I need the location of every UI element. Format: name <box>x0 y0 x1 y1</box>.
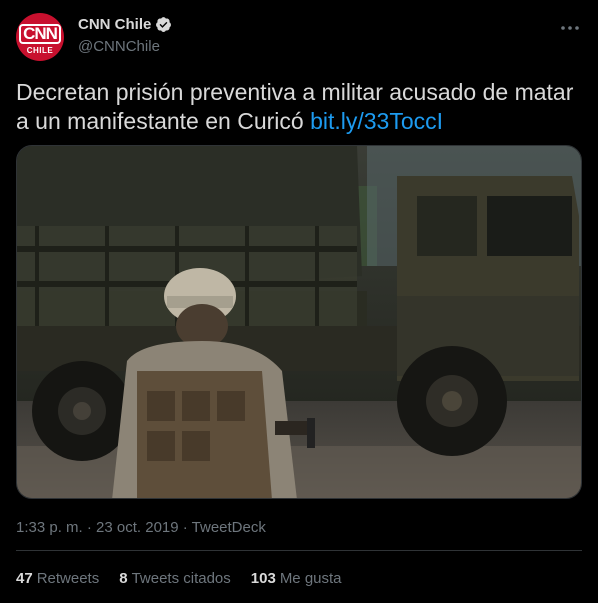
soldier-truck-photo <box>17 146 581 498</box>
cnn-logo-subtext: CHILE <box>26 45 54 55</box>
quotes-label: Tweets citados <box>131 570 231 587</box>
tweet: CNN CHILE CNN Chile @CNNChile Decretan p… <box>0 0 598 603</box>
quotes-stat[interactable]: 8 Tweets citados <box>119 570 231 587</box>
more-options-icon[interactable] <box>558 16 582 40</box>
avatar[interactable]: CNN CHILE <box>16 13 64 61</box>
verified-badge-icon <box>155 16 172 33</box>
display-name[interactable]: CNN Chile <box>78 16 151 33</box>
tweet-photo[interactable] <box>16 145 582 499</box>
tweet-stats: 47 Retweets 8 Tweets citados 103 Me gusta <box>16 570 342 587</box>
name-row: CNN Chile <box>78 16 172 33</box>
handle[interactable]: @CNNChile <box>78 38 160 55</box>
tweet-text: Decretan prisión preventiva a militar ac… <box>16 78 582 136</box>
retweets-stat[interactable]: 47 Retweets <box>16 570 99 587</box>
retweets-label: Retweets <box>36 570 100 587</box>
likes-count: 103 <box>250 570 276 587</box>
tweet-body: Decretan prisión preventiva a militar ac… <box>16 79 574 134</box>
divider <box>16 550 582 551</box>
tweet-link[interactable]: bit.ly/33ToccI <box>310 108 443 134</box>
cnn-logo: CNN <box>19 23 61 44</box>
quotes-count: 8 <box>119 570 128 587</box>
timestamp[interactable]: 1:33 p. m. · 23 oct. 2019 · TweetDeck <box>16 519 266 536</box>
likes-label: Me gusta <box>279 570 342 587</box>
retweets-count: 47 <box>16 570 33 587</box>
likes-stat[interactable]: 103 Me gusta <box>251 570 342 587</box>
